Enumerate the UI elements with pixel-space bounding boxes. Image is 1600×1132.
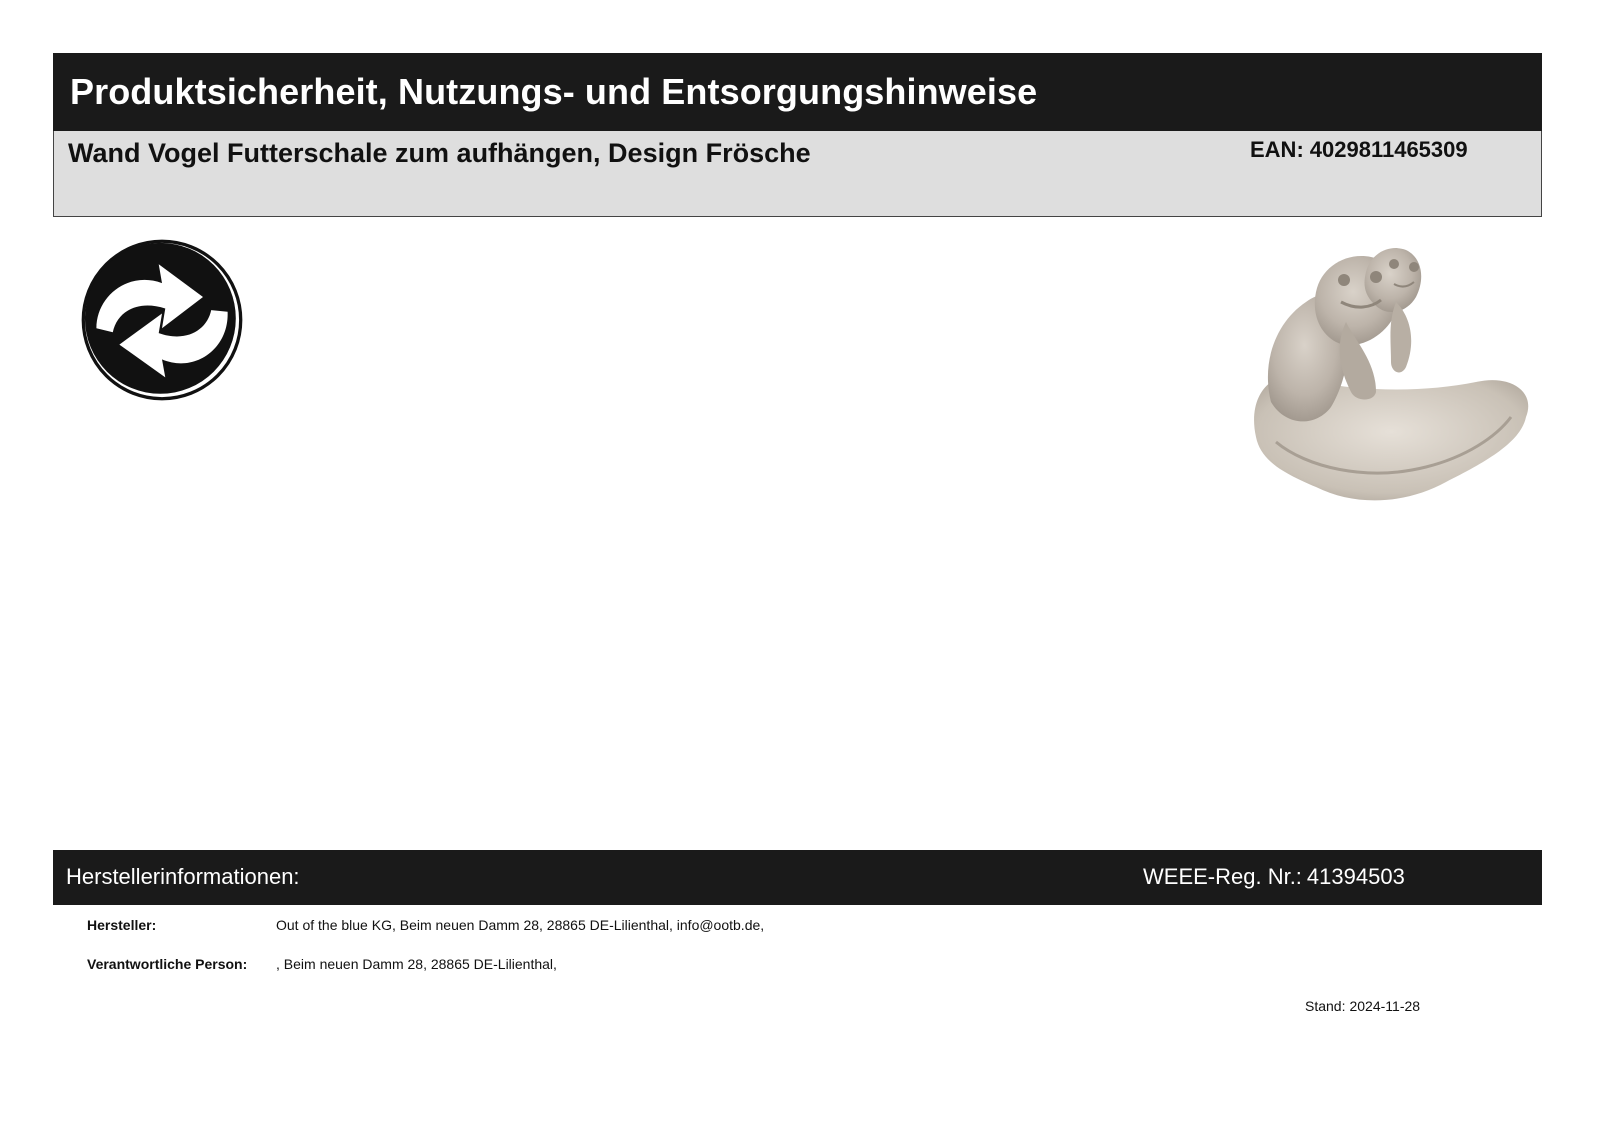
weee-value: 41394503: [1306, 864, 1405, 889]
date-label: Stand:: [1305, 998, 1346, 1014]
weee-label: WEEE-Reg. Nr.:: [1143, 864, 1302, 889]
responsible-person-label: Verantwortliche Person:: [87, 956, 248, 972]
responsible-person-value: , Beim neuen Damm 28, 28865 DE-Lilientha…: [276, 956, 557, 972]
product-bar: Wand Vogel Futterschale zum aufhängen, D…: [53, 131, 1542, 217]
ean-value: 4029811465309: [1309, 137, 1468, 162]
ean-label: EAN:: [1250, 137, 1304, 162]
manufacturer-info-title: Herstellerinformationen:: [66, 864, 300, 889]
manufacturer-label: Hersteller:: [87, 917, 157, 933]
ean-info: EAN: 4029811465309: [1250, 137, 1468, 163]
product-name: Wand Vogel Futterschale zum aufhängen, D…: [68, 138, 811, 168]
weee-registration: WEEE-Reg. Nr.: 41394503: [1143, 864, 1405, 890]
manufacturer-value: Out of the blue KG, Beim neuen Damm 28, …: [276, 917, 765, 933]
green-dot-recycling-icon: [81, 239, 243, 401]
title-bar: Produktsicherheit, Nutzungs- und Entsorg…: [53, 53, 1542, 131]
frog-feeder-product-image: [1254, 248, 1529, 501]
date-value: 2024-11-28: [1349, 998, 1421, 1014]
document-date: Stand: 2024-11-28: [1305, 998, 1420, 1014]
manufacturer-info-bar: Herstellerinformationen: WEEE-Reg. Nr.: 4…: [53, 850, 1542, 905]
page-title: Produktsicherheit, Nutzungs- und Entsorg…: [70, 71, 1038, 112]
